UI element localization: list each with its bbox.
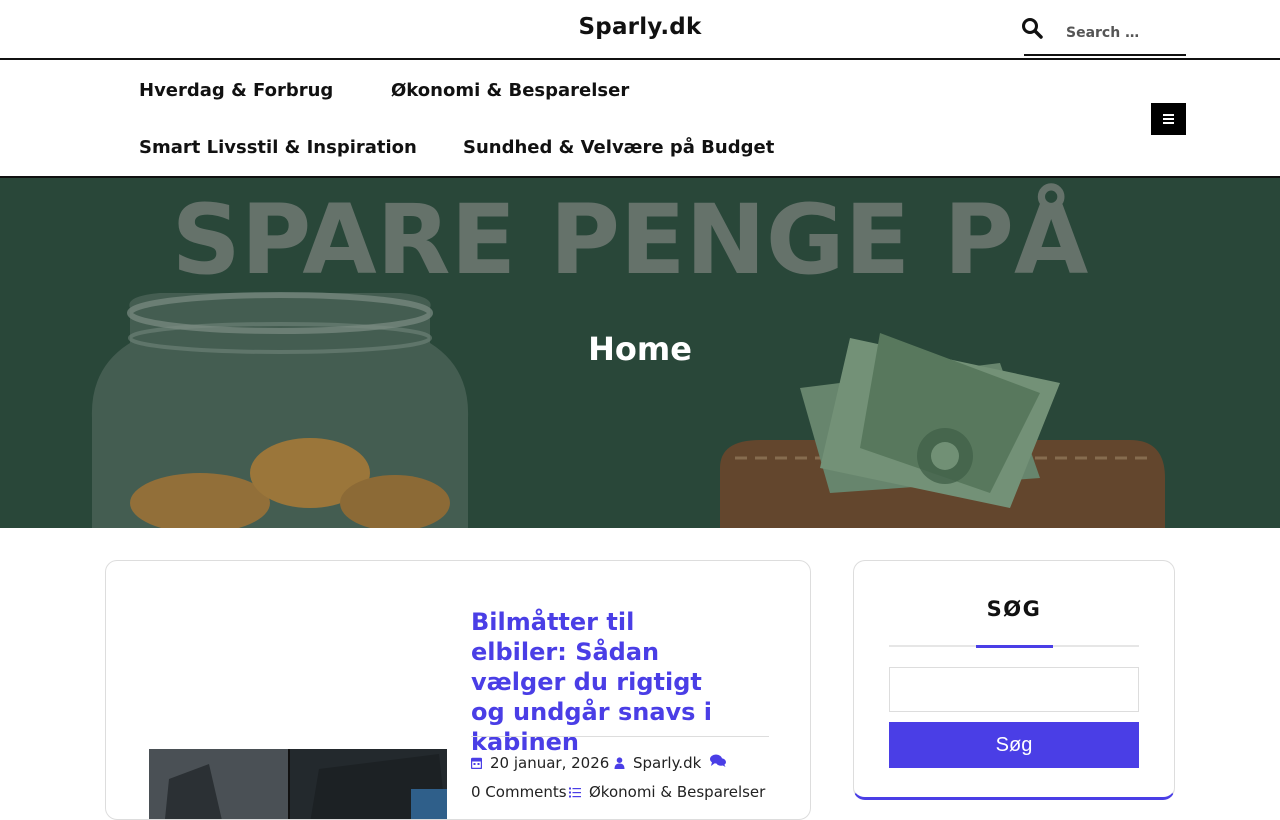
nav-item-livsstil[interactable]: Smart Livsstil & Inspiration [139,137,417,158]
calendar-icon [471,757,482,769]
post-thumbnail-image [149,749,447,819]
site-header: Sparly.dk [0,0,1280,60]
post-date-text: 20 januar, 2026 [490,754,610,772]
nav-item-okonomi[interactable]: Økonomi & Besparelser [391,80,629,101]
post-date[interactable]: 20 januar, 2026 [471,754,609,772]
menu-toggle-button[interactable] [1151,103,1186,135]
post-thumbnail[interactable] [149,749,447,819]
post-card: Bilmåtter til elbiler: Sådan vælger du r… [105,560,811,820]
nav-item-sundhed[interactable]: Sundhed & Velvære på Budget [463,137,774,158]
post-category[interactable]: Økonomi & Besparelser [569,783,765,801]
sidebar-search-input[interactable] [889,667,1139,712]
post-comments[interactable]: 0 Comments [471,783,567,801]
post-comments-icon-wrap[interactable] [710,754,726,767]
widget-title: SØG [986,597,1042,621]
page-title: Home [588,330,692,368]
hamburger-icon [1163,114,1174,124]
post-comments-text: 0 Comments [471,783,567,801]
post-title[interactable]: Bilmåtter til elbiler: Sådan vælger du r… [471,607,726,757]
main-nav: Hverdag & Forbrug Økonomi & Besparelser … [0,62,1280,178]
header-search-input[interactable] [1024,12,1186,56]
post-divider [471,736,769,737]
post-author[interactable]: Sparly.dk [614,754,701,772]
post-author-text: Sparly.dk [633,754,702,772]
user-icon [614,757,625,769]
widget-accent-line [976,645,1053,648]
post-category-text: Økonomi & Besparelser [589,783,766,801]
sidebar-search-button[interactable]: Søg [889,722,1139,768]
sidebar-search-widget: SØG Søg [853,560,1175,800]
list-icon [569,787,581,797]
hero-banner: SPARE PENGE PÅ Home [0,178,1280,528]
comments-icon [710,754,726,767]
nav-item-hverdag[interactable]: Hverdag & Forbrug [139,80,333,101]
